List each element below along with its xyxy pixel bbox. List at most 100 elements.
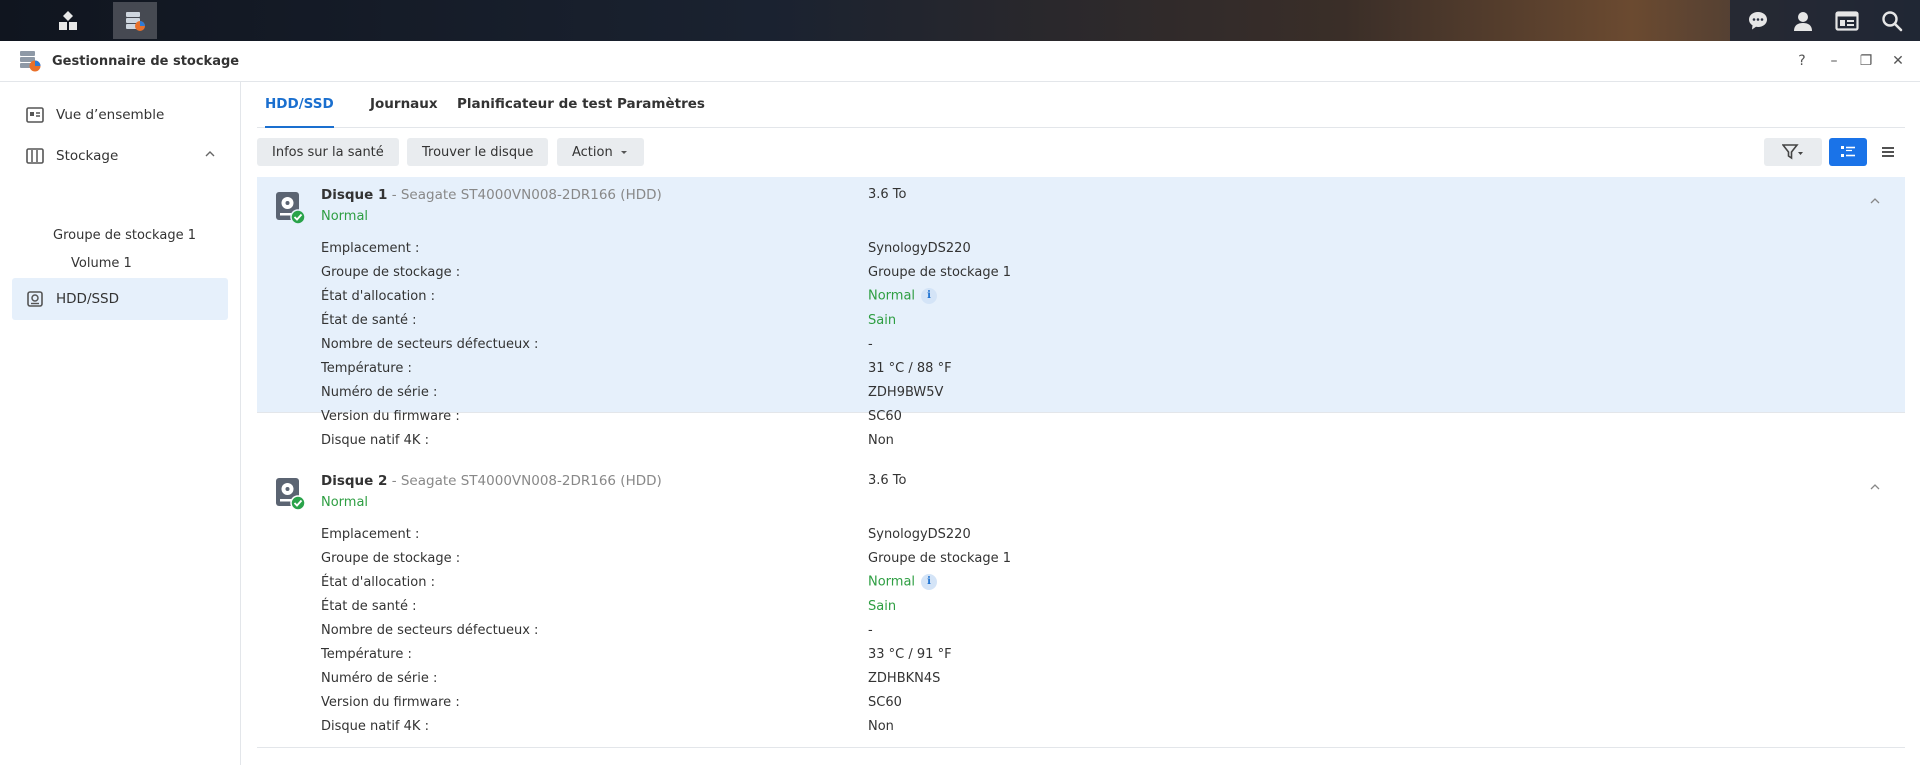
tab-bar: HDD/SSD Journaux Planificateur de test P… <box>257 82 1905 128</box>
storage-manager-icon <box>126 11 145 31</box>
disk-capacity: 3.6 To <box>868 187 907 202</box>
label-firmware: Version du firmware : <box>321 695 460 710</box>
value-allocation: Normal i <box>868 574 938 590</box>
label-health: État de santé : <box>321 599 417 614</box>
tab-hdd-ssd[interactable]: HDD/SSD <box>265 82 334 128</box>
disk-model: - Seagate ST4000VN008-2DR166 (HDD) <box>387 187 662 203</box>
close-button[interactable]: ✕ <box>1882 53 1914 69</box>
filter-button[interactable] <box>1764 138 1822 166</box>
value-native4k: Non <box>868 433 894 448</box>
filter-icon <box>1782 144 1803 160</box>
disk-model: - Seagate ST4000VN008-2DR166 (HDD) <box>387 473 662 489</box>
value-native4k: Non <box>868 719 894 734</box>
storage-manager-taskbar-button[interactable] <box>113 2 157 39</box>
disk-card-2[interactable]: Disque 2 - Seagate ST4000VN008-2DR166 (H… <box>257 463 1905 748</box>
chevron-up-icon[interactable] <box>1869 481 1881 493</box>
label-location: Emplacement : <box>321 241 420 256</box>
search-button[interactable] <box>1875 4 1909 38</box>
value-health: Sain <box>868 313 897 328</box>
tab-journaux[interactable]: Journaux <box>370 82 438 127</box>
action-dropdown[interactable]: Action <box>557 138 644 166</box>
disk-title: Disque 1 - Seagate ST4000VN008-2DR166 (H… <box>321 187 662 203</box>
label-pool: Groupe de stockage : <box>321 551 461 566</box>
main-menu-button[interactable] <box>46 2 90 39</box>
storage-manager-icon <box>20 51 41 72</box>
sidebar-item-label: Vue d’ensemble <box>56 107 165 123</box>
value-allocation: Normal i <box>868 288 938 304</box>
chat-icon <box>1749 11 1768 29</box>
notifications-button[interactable] <box>1741 4 1775 38</box>
value-location: SynologyDS220 <box>868 241 971 256</box>
hdd-ok-icon <box>276 478 305 511</box>
storage-icon <box>26 147 44 165</box>
label-serial: Numéro de série : <box>321 671 438 686</box>
find-disk-button[interactable]: Trouver le disque <box>407 138 549 166</box>
label-native4k: Disque natif 4K : <box>321 433 429 448</box>
chevron-up-icon[interactable] <box>1869 195 1881 207</box>
label-location: Emplacement : <box>321 527 420 542</box>
storage-manager-window: Gestionnaire de stockage ? – ❐ ✕ Vue d’e… <box>0 41 1920 765</box>
value-temperature: 33 °C / 91 °F <box>868 647 952 662</box>
health-info-button[interactable]: Infos sur la santé <box>257 138 399 166</box>
overview-icon <box>26 106 44 124</box>
window-controls: ? – ❐ ✕ <box>1786 41 1914 81</box>
sidebar-item-label: HDD/SSD <box>56 291 120 307</box>
value-serial: ZDHBKN4S <box>868 671 941 686</box>
tab-parametres[interactable]: Paramètres <box>617 82 705 127</box>
allocation-text: Normal <box>868 574 916 590</box>
user-button[interactable] <box>1786 4 1820 38</box>
value-location: SynologyDS220 <box>868 527 971 542</box>
disk-icon <box>26 290 44 308</box>
disk-name: Disque 1 <box>321 187 388 203</box>
list-icon <box>1882 147 1894 157</box>
label-native4k: Disque natif 4K : <box>321 719 429 734</box>
grid-icon <box>59 10 77 30</box>
widgets-icon <box>1835 10 1859 31</box>
search-icon <box>1882 10 1903 31</box>
detail-list-icon <box>1841 146 1855 157</box>
value-firmware: SC60 <box>868 695 902 710</box>
value-pool: Groupe de stockage 1 <box>868 551 1011 566</box>
tab-planificateur[interactable]: Planificateur de test <box>457 82 612 127</box>
user-icon <box>1793 11 1812 31</box>
list-view-button[interactable] <box>1871 138 1905 166</box>
value-health: Sain <box>868 599 897 614</box>
help-button[interactable]: ? <box>1786 53 1818 69</box>
window-titlebar[interactable]: Gestionnaire de stockage ? – ❐ ✕ <box>0 41 1920 82</box>
sidebar: Vue d’ensemble Stockage Groupe de stocka… <box>0 82 241 765</box>
window-title: Gestionnaire de stockage <box>52 53 240 69</box>
allocation-text: Normal <box>868 288 916 304</box>
detail-view-button[interactable] <box>1829 138 1867 166</box>
info-icon[interactable]: i <box>921 288 938 304</box>
value-bad-sectors: - <box>868 337 873 352</box>
disk-name: Disque 2 <box>321 473 388 489</box>
restore-button[interactable]: ❐ <box>1850 53 1882 69</box>
label-allocation: État d'allocation : <box>321 289 436 304</box>
value-firmware: SC60 <box>868 409 902 424</box>
info-icon[interactable]: i <box>921 574 938 590</box>
label-firmware: Version du firmware : <box>321 409 460 424</box>
sidebar-item-hdd-ssd[interactable]: HDD/SSD <box>12 278 228 320</box>
label-temperature: Température : <box>321 647 412 662</box>
widgets-button[interactable] <box>1830 4 1864 38</box>
label-bad-sectors: Nombre de secteurs défectueux : <box>321 623 539 638</box>
disk-status: Normal <box>321 495 369 510</box>
sidebar-item-overview[interactable]: Vue d’ensemble <box>12 95 228 135</box>
sidebar-item-volume[interactable]: Volume 1 <box>71 256 132 271</box>
label-allocation: État d'allocation : <box>321 575 436 590</box>
disk-card-1[interactable]: Disque 1 - Seagate ST4000VN008-2DR166 (H… <box>257 177 1905 448</box>
main-content: HDD/SSD Journaux Planificateur de test P… <box>241 82 1920 765</box>
value-temperature: 31 °C / 88 °F <box>868 361 952 376</box>
action-label: Action <box>572 144 613 160</box>
sidebar-item-pool[interactable]: Groupe de stockage 1 <box>53 228 196 243</box>
disk-capacity: 3.6 To <box>868 473 907 488</box>
minimize-button[interactable]: – <box>1818 53 1850 69</box>
taskbar <box>0 0 1920 41</box>
chevron-up-icon[interactable] <box>204 148 216 160</box>
taskbar-tray <box>1730 0 1920 41</box>
caret-down-icon <box>620 151 627 154</box>
sidebar-item-storage[interactable]: Stockage <box>12 136 228 176</box>
label-bad-sectors: Nombre de secteurs défectueux : <box>321 337 539 352</box>
label-health: État de santé : <box>321 313 417 328</box>
label-pool: Groupe de stockage : <box>321 265 461 280</box>
